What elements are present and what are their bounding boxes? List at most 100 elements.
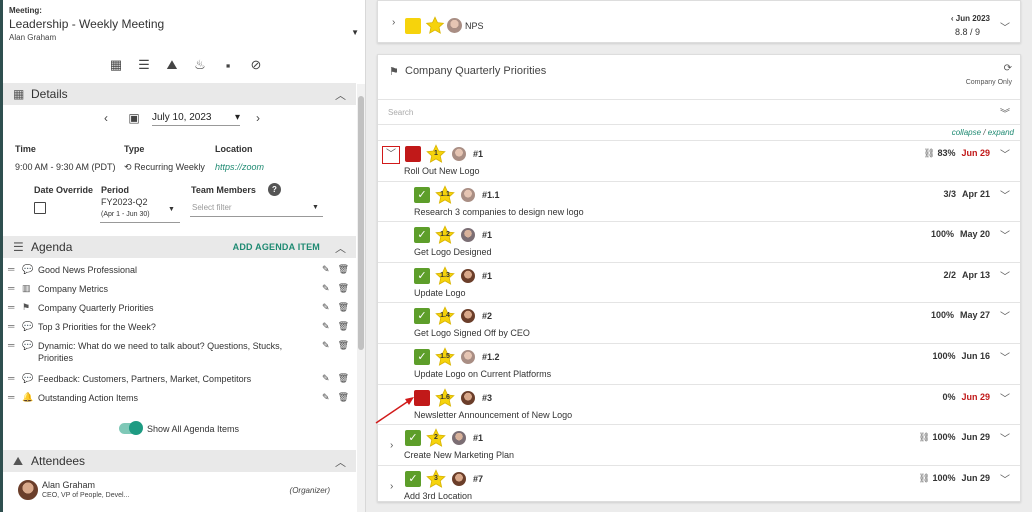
priority-name[interactable]: Update Logo: [414, 288, 466, 298]
priority-row[interactable]: ✓ 1.3 #1 Update Logo 2/2 Apr 13 ﹀: [378, 261, 1020, 303]
chevron-down-icon[interactable]: ﹀: [1000, 187, 1010, 202]
drag-handle-icon[interactable]: ═: [8, 264, 22, 274]
trash-icon[interactable]: 🗑: [338, 264, 349, 275]
edit-icon[interactable]: ✎: [322, 302, 330, 313]
priority-name[interactable]: Get Logo Signed Off by CEO: [414, 328, 530, 338]
caret-down-icon[interactable]: ▼: [351, 28, 359, 37]
prev-date-icon[interactable]: ‹: [96, 111, 116, 125]
agenda-item[interactable]: ═ 💬 Top 3 Priorities for the Week? ✎ 🗑: [8, 321, 353, 333]
priority-row[interactable]: ✓ 1.2 #1 Get Logo Designed 100% May 20 ﹀: [378, 221, 1020, 262]
expand-link[interactable]: expand: [988, 128, 1014, 137]
edit-icon[interactable]: ✎: [322, 340, 330, 351]
agenda-item[interactable]: ═ ⚑ Company Quarterly Priorities ✎ 🗑: [8, 302, 353, 314]
priority-name[interactable]: Create New Marketing Plan: [404, 450, 514, 460]
team-icon[interactable]: ⛰: [164, 57, 180, 73]
status-checkbox[interactable]: ✓: [414, 349, 430, 365]
chevron-down-icon[interactable]: ﹀: [1000, 430, 1010, 445]
chevron-down-icon[interactable]: ﹀: [1000, 227, 1010, 242]
chevron-down-icon[interactable]: ﹀: [1000, 349, 1010, 364]
chevron-right-icon[interactable]: ›: [392, 17, 395, 28]
attendee-row[interactable]: Alan Graham CEO, VP of People, Devel... …: [17, 479, 347, 505]
calendar-icon[interactable]: ▦: [108, 57, 124, 73]
nps-period[interactable]: ‹ Jun 2023: [951, 14, 990, 23]
drag-handle-icon[interactable]: ═: [8, 302, 22, 312]
priority-row[interactable]: ✓ 1.1 #1.1 Research 3 companies to design n…: [378, 180, 1020, 222]
left-scrollbar[interactable]: [357, 84, 365, 512]
priority-name[interactable]: Roll Out New Logo: [404, 166, 480, 176]
scroll-thumb[interactable]: [358, 96, 364, 350]
help-icon[interactable]: ?: [268, 183, 281, 196]
period-select[interactable]: [100, 222, 180, 223]
next-date-icon[interactable]: ›: [248, 111, 268, 125]
status-checkbox[interactable]: ✓: [414, 186, 430, 203]
priority-name[interactable]: Research 3 companies to design new logo: [414, 207, 584, 217]
details-header[interactable]: ▦ Details ︿: [3, 83, 356, 105]
trash-icon[interactable]: 🗑: [338, 283, 349, 294]
edit-icon[interactable]: ✎: [322, 392, 330, 403]
priority-row[interactable]: ﹀ 1 #1 Roll Out New Logo ⛓ 83% Jun 29 ﹀: [378, 140, 1020, 181]
priority-name[interactable]: Add 3rd Location: [404, 491, 472, 501]
status-checkbox[interactable]: [405, 146, 421, 162]
trash-icon[interactable]: 🗑: [338, 321, 349, 332]
agenda-item[interactable]: ═ 🔔 Outstanding Action Items ✎ 🗑: [8, 392, 353, 404]
date-override-checkbox[interactable]: [34, 202, 46, 214]
chevron-down-icon[interactable]: ﹀: [1000, 390, 1010, 405]
agenda-item[interactable]: ═ 💬 Feedback: Customers, Partners, Market,…: [8, 373, 353, 385]
chevron-up-icon[interactable]: ︿: [335, 454, 346, 470]
edit-icon[interactable]: ✎: [322, 373, 330, 384]
trash-icon[interactable]: 🗑: [338, 302, 349, 313]
chevron-right-icon[interactable]: ›: [390, 481, 393, 492]
show-all-toggle[interactable]: [119, 421, 143, 435]
double-chevron-down-icon[interactable]: ︾: [1000, 105, 1010, 120]
drag-handle-icon[interactable]: ═: [8, 321, 22, 331]
chevron-down-icon[interactable]: ﹀: [1000, 19, 1010, 34]
status-checkbox[interactable]: ✓: [405, 430, 421, 447]
trash-icon[interactable]: 🗑: [338, 340, 349, 351]
location-link[interactable]: https://zoom: [215, 162, 264, 172]
chevron-down-icon[interactable]: ﹀: [1000, 471, 1010, 486]
priority-row[interactable]: › ✓ 2 #1 Create New Marketing Plan ⛓ 100% Jun …: [378, 424, 1020, 465]
team-members-select[interactable]: [190, 216, 323, 217]
agenda-item[interactable]: ═ 💬 Good News Professional ✎ 🗑: [8, 264, 353, 276]
fire-icon[interactable]: ♨: [192, 57, 208, 73]
trash-icon[interactable]: 🗑: [338, 392, 349, 403]
chevron-down-icon[interactable]: ﹀: [1000, 146, 1010, 161]
priority-row[interactable]: ✓ 1.4 #2 Get Logo Signed Off by CEO 100% May …: [378, 302, 1020, 343]
company-only-label[interactable]: Company Only: [966, 79, 1012, 86]
chevron-up-icon[interactable]: ︿: [335, 87, 346, 103]
status-checkbox[interactable]: ✓: [405, 470, 421, 487]
note-icon[interactable]: ▪: [220, 57, 236, 73]
drag-handle-icon[interactable]: ═: [8, 340, 22, 350]
chevron-down-icon[interactable]: ﹀: [1000, 268, 1010, 283]
chevron-up-icon[interactable]: ︿: [335, 240, 346, 256]
drag-handle-icon[interactable]: ═: [8, 373, 22, 383]
priority-row[interactable]: ✓ 1.5 #1.2 Update Logo on Current Platforms…: [378, 343, 1020, 384]
agenda-item[interactable]: ═ ▥ Company Metrics ✎ 🗑: [8, 283, 353, 295]
priority-name[interactable]: Newsletter Announcement of New Logo: [414, 410, 572, 420]
chevron-right-icon[interactable]: ›: [390, 440, 393, 451]
paperclip-icon[interactable]: ⊘: [248, 57, 264, 73]
priority-name[interactable]: Update Logo on Current Platforms: [414, 369, 551, 379]
chevron-down-icon[interactable]: ﹀: [382, 146, 400, 164]
search-input[interactable]: Search: [388, 108, 413, 117]
refresh-icon[interactable]: ⟳: [1004, 63, 1012, 74]
status-checkbox[interactable]: ✓: [414, 308, 430, 325]
status-checkbox[interactable]: [414, 389, 430, 406]
drag-handle-icon[interactable]: ═: [8, 392, 22, 402]
calendar-icon[interactable]: ▣: [124, 111, 144, 125]
collapse-link[interactable]: collapse: [952, 128, 981, 137]
status-square[interactable]: [405, 18, 421, 34]
priority-row[interactable]: › ✓ 3 #7 Add 3rd Location ⛓ 100% Jun 29 ﹀: [378, 464, 1020, 506]
edit-icon[interactable]: ✎: [322, 264, 330, 275]
edit-icon[interactable]: ✎: [322, 283, 330, 294]
edit-icon[interactable]: ✎: [322, 321, 330, 332]
add-agenda-item-button[interactable]: ADD AGENDA ITEM: [233, 242, 320, 252]
agenda-item[interactable]: ═ 💬 Dynamic: What do we need to talk about…: [8, 340, 353, 364]
priority-name[interactable]: Get Logo Designed: [414, 247, 492, 257]
trash-icon[interactable]: 🗑: [338, 373, 349, 384]
chevron-down-icon[interactable]: ﹀: [1000, 308, 1010, 323]
drag-handle-icon[interactable]: ═: [8, 283, 22, 293]
attendees-header[interactable]: ⛰ Attendees ︿: [3, 450, 356, 472]
status-checkbox[interactable]: ✓: [414, 227, 430, 244]
list-numbered-icon[interactable]: ☰: [136, 57, 152, 73]
